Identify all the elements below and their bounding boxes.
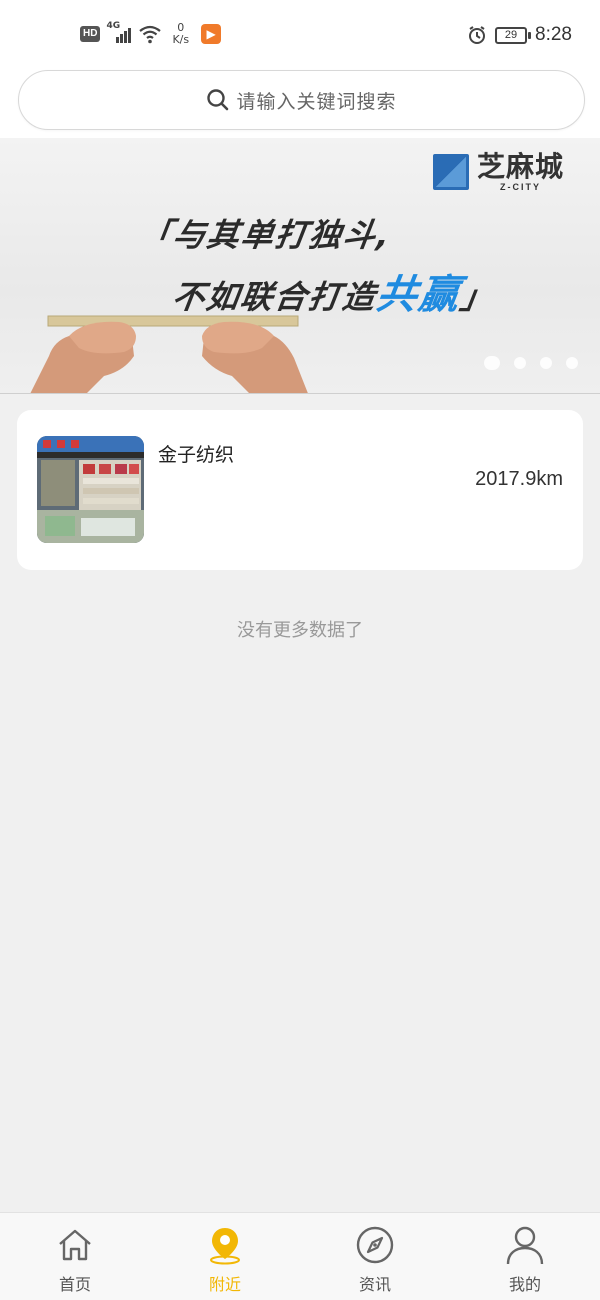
carousel-indicator bbox=[484, 356, 578, 370]
tab-news[interactable]: 资讯 bbox=[300, 1213, 450, 1300]
carousel-dot[interactable] bbox=[484, 356, 500, 370]
battery-indicator: 29 bbox=[495, 26, 532, 44]
network-speed: 0 K/s bbox=[172, 22, 189, 46]
slogan-line-2-suffix: 」 bbox=[457, 278, 498, 316]
clock: 8:28 bbox=[535, 24, 572, 45]
compass-icon bbox=[353, 1223, 397, 1267]
store-photo-image bbox=[37, 436, 144, 543]
search-placeholder: 请输入关键词搜索 bbox=[236, 90, 397, 113]
status-right: 29 8:28 bbox=[467, 24, 572, 46]
video-app-notification-icon: ▶ bbox=[201, 24, 222, 44]
tab-profile[interactable]: 我的 bbox=[450, 1213, 600, 1300]
alarm-icon bbox=[469, 26, 486, 44]
tab-home[interactable]: 首页 bbox=[0, 1213, 150, 1300]
fists-holding-chopsticks-illustration bbox=[30, 315, 308, 393]
home-icon bbox=[53, 1223, 97, 1267]
wifi-icon bbox=[139, 25, 162, 44]
network-type: 4G bbox=[106, 21, 121, 31]
store-distance: 2017.9km bbox=[475, 468, 563, 490]
hd-badge: HD bbox=[80, 26, 101, 42]
list-end-message: 没有更多数据了 bbox=[237, 620, 363, 641]
tab-label: 我的 bbox=[508, 1275, 541, 1294]
store-name: 金子纺织 bbox=[158, 444, 235, 466]
location-pin-icon bbox=[203, 1223, 247, 1267]
store-thumbnail bbox=[37, 436, 144, 543]
speed-unit: K/s bbox=[172, 33, 190, 46]
carousel-dot[interactable] bbox=[540, 357, 552, 369]
slogan-line-1: 「与其单打独斗, bbox=[136, 216, 395, 254]
user-icon bbox=[503, 1223, 547, 1267]
bottom-tab-bar: 首页 附近 资讯 我的 bbox=[0, 1212, 600, 1300]
search-icon bbox=[207, 89, 229, 111]
slogan-accent: 共赢 bbox=[373, 272, 465, 318]
tab-label: 附近 bbox=[208, 1275, 241, 1294]
tab-label: 资讯 bbox=[358, 1275, 391, 1294]
brand-name-cn: 芝麻城 bbox=[476, 150, 564, 183]
carousel-dot[interactable] bbox=[566, 357, 578, 369]
status-bar: HD 4G 0 K/s ▶ 29 8:28 bbox=[0, 0, 600, 64]
brand-name-en: Z-CITY bbox=[499, 182, 541, 192]
search-input[interactable]: 请输入关键词搜索 bbox=[18, 70, 585, 130]
tab-nearby[interactable]: 附近 bbox=[150, 1213, 300, 1300]
tab-label: 首页 bbox=[58, 1275, 91, 1294]
cellular-signal-icon: 4G bbox=[106, 21, 132, 45]
status-left: HD 4G 0 K/s ▶ bbox=[80, 21, 222, 46]
search-header: 请输入关键词搜索 bbox=[0, 64, 600, 138]
brand-logo: 芝麻城 Z-CITY bbox=[432, 150, 564, 192]
banner-carousel[interactable]: 芝麻城 Z-CITY 「与其单打独斗, 不如联合打造共赢」 bbox=[0, 138, 600, 394]
carousel-dot[interactable] bbox=[514, 357, 526, 369]
brand-mark-icon bbox=[432, 154, 469, 190]
store-list-item[interactable]: 金子纺织 2017.9km bbox=[17, 410, 583, 570]
